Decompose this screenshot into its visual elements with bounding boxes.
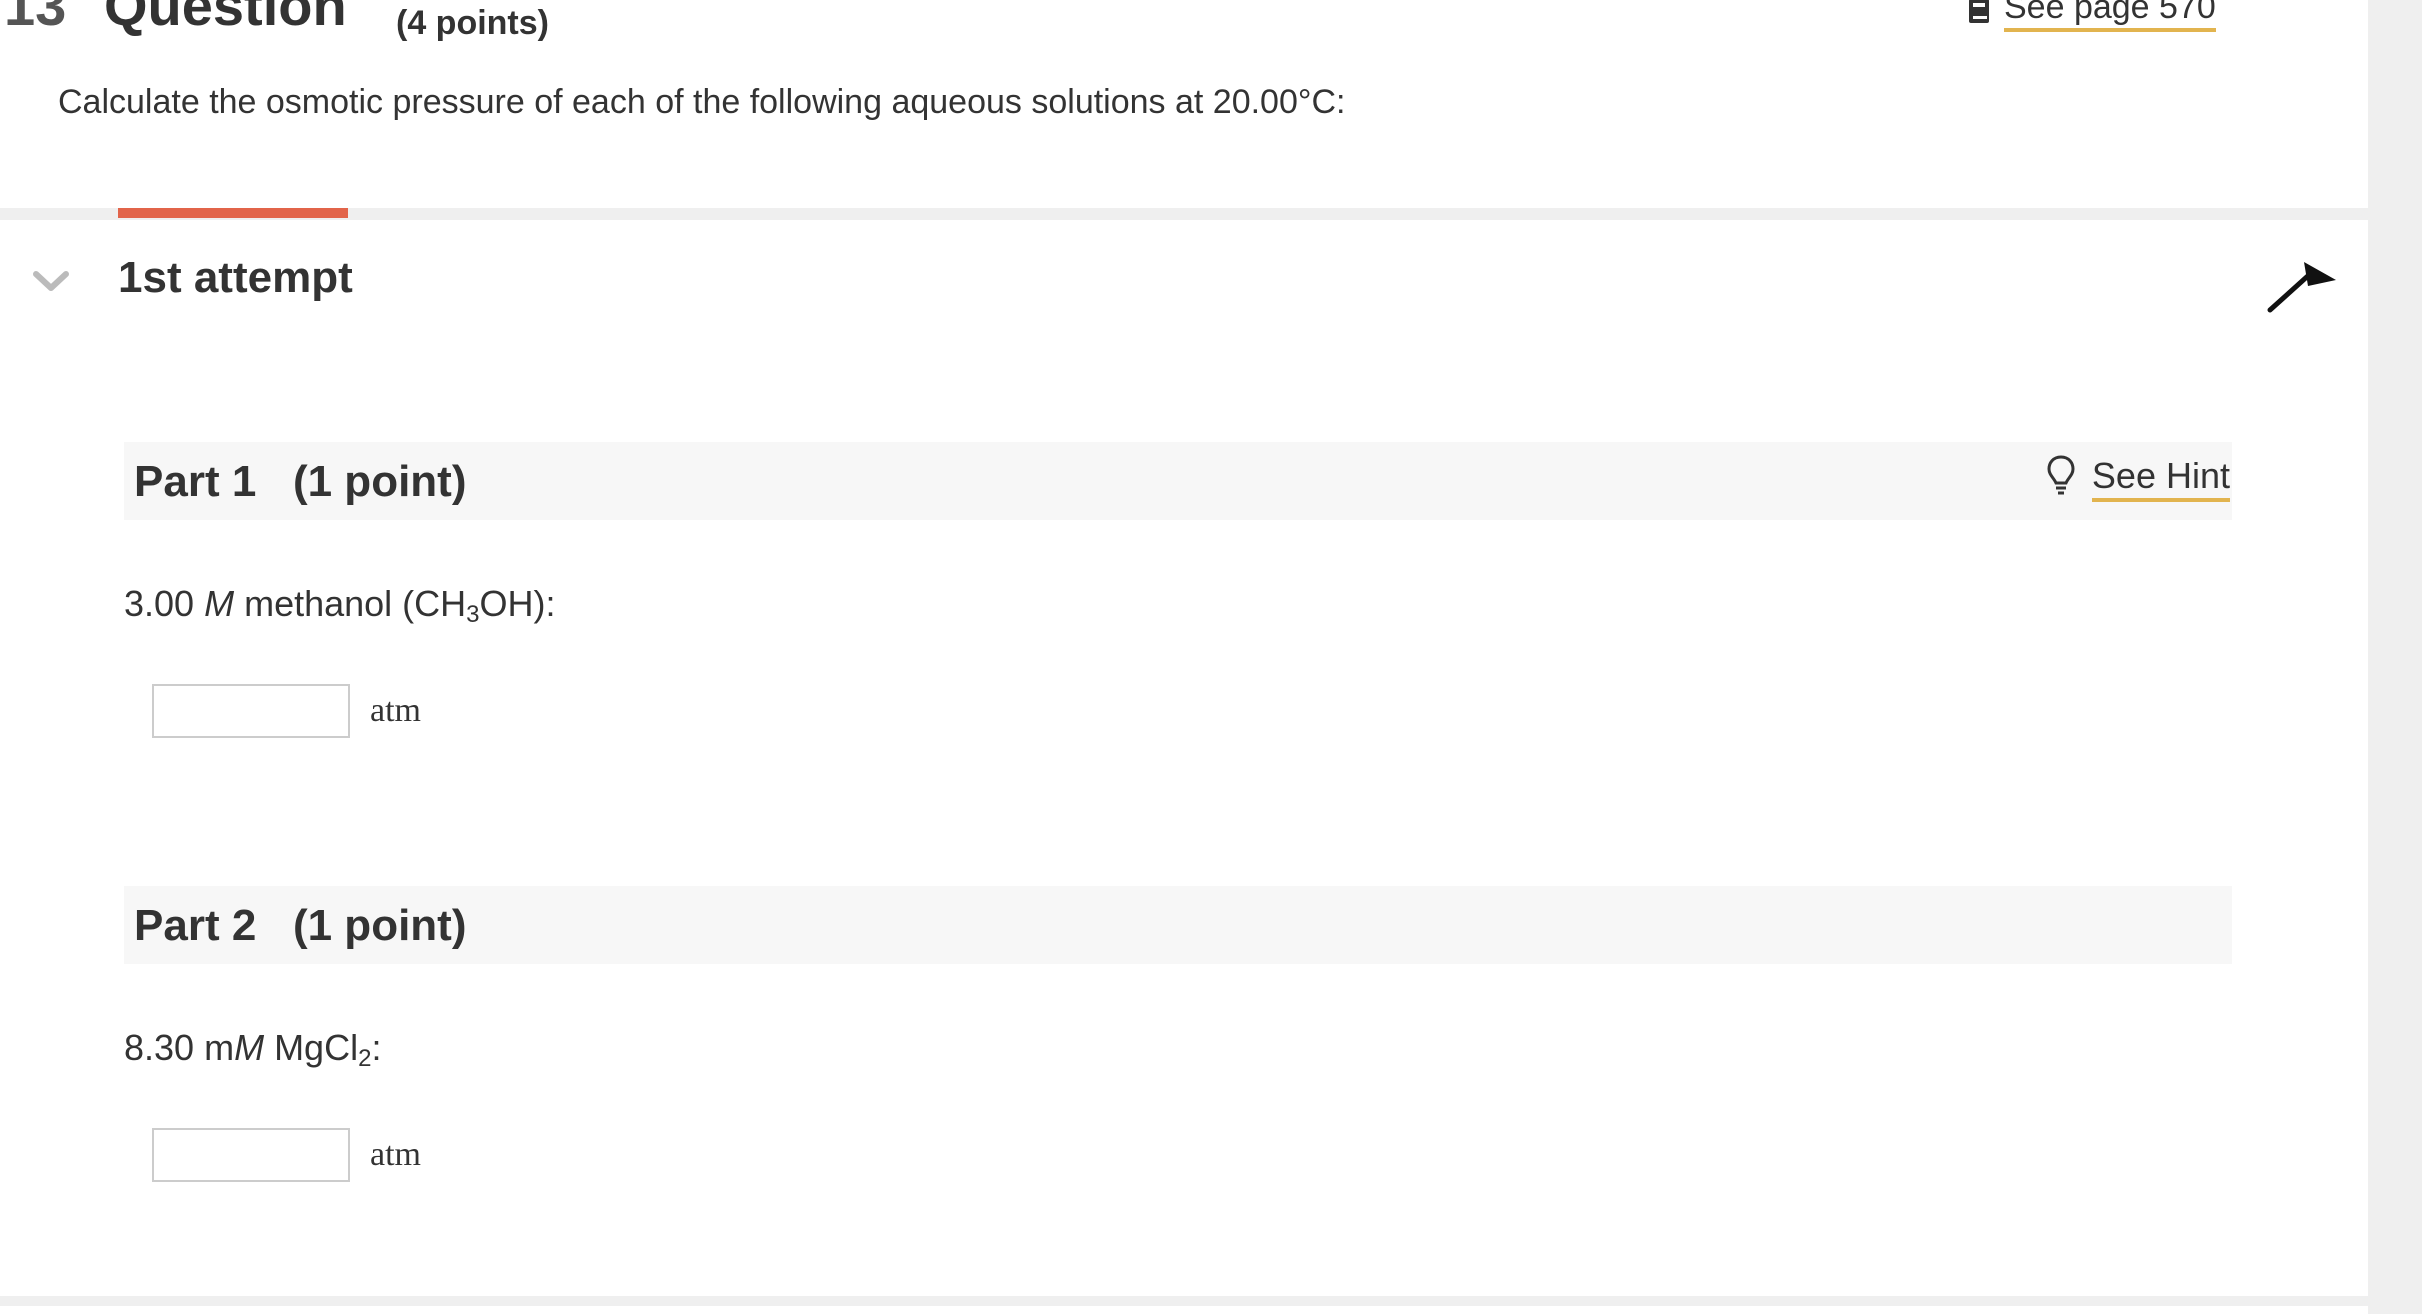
part-2-prompt-unit: M bbox=[234, 1027, 265, 1068]
scrollbar-gutter[interactable] bbox=[2368, 0, 2422, 1314]
question-text: Calculate the osmotic pressure of each o… bbox=[58, 83, 1346, 121]
see-hint-button[interactable]: See Hint bbox=[2046, 454, 2230, 502]
part-2-prompt-compound: MgCl bbox=[264, 1027, 359, 1068]
see-page-link[interactable]: See page 570 bbox=[1968, 0, 2216, 32]
part-2-header: Part 2 (1 point) bbox=[124, 886, 2232, 964]
question-title: Question bbox=[104, 0, 347, 37]
part-1-answer-input[interactable] bbox=[152, 684, 350, 738]
part-1-prompt-compound: methanol (CH bbox=[234, 583, 467, 624]
part-1-title: Part 1 (1 point) bbox=[134, 457, 467, 506]
part-2-answer-input[interactable] bbox=[152, 1128, 350, 1182]
attempt-title: 1st attempt bbox=[118, 253, 353, 302]
part-2-prompt-end: : bbox=[371, 1027, 382, 1068]
bottom-divider bbox=[0, 1296, 2368, 1306]
attempt-tab-indicator bbox=[118, 208, 348, 218]
see-page-label[interactable]: See page 570 bbox=[2004, 0, 2216, 32]
part-2-prompt-subscript: 2 bbox=[358, 1045, 372, 1072]
part-1-prompt: 3.00 M methanol (CH3OH): bbox=[124, 586, 556, 627]
page: 13 Question (4 points) See page 570 Calc… bbox=[0, 0, 2422, 1314]
section-divider bbox=[0, 208, 2368, 220]
lightbulb-icon bbox=[2047, 455, 2075, 495]
part-2-title: Part 2 (1 point) bbox=[134, 901, 467, 950]
part-1-prompt-subscript: 3 bbox=[466, 601, 480, 628]
question-number: 13 bbox=[4, 0, 67, 37]
part-1-prompt-value: 3.00 bbox=[124, 583, 205, 624]
see-hint-label[interactable]: See Hint bbox=[2091, 458, 2230, 502]
flag-icon[interactable] bbox=[2264, 252, 2340, 316]
book-icon bbox=[1969, 0, 1989, 23]
question-points: (4 points) bbox=[396, 4, 549, 42]
part-2-unit: atm bbox=[370, 1136, 421, 1173]
part-1-header: Part 1 (1 point) See Hint bbox=[124, 442, 2232, 520]
part-1-prompt-end: OH): bbox=[479, 583, 556, 624]
part-1-unit: atm bbox=[370, 692, 421, 729]
part-2-prompt-value: 8.30 m bbox=[124, 1027, 235, 1068]
part-2-prompt: 8.30 mM MgCl2: bbox=[124, 1030, 381, 1071]
part-1-prompt-unit: M bbox=[204, 583, 235, 624]
chevron-down-icon[interactable] bbox=[32, 268, 70, 294]
